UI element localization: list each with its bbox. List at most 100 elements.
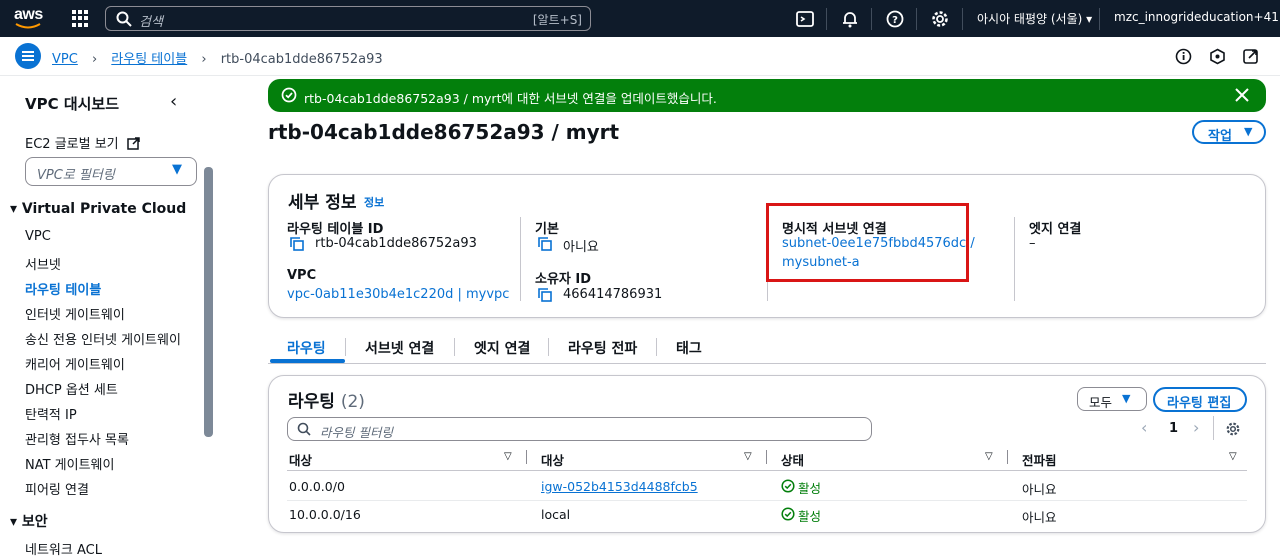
tab-route-propagation[interactable]: 라우팅 전파 xyxy=(568,338,637,358)
col-status-header[interactable]: 상태 xyxy=(781,450,804,469)
chevron-right-icon: › xyxy=(91,52,98,67)
page-title: rtb-04cab1dde86752a93 / myrt xyxy=(268,120,620,144)
settings-gear-icon[interactable] xyxy=(1225,421,1241,437)
sidebar-item-subnets[interactable]: 서브넷 xyxy=(25,254,61,273)
chevron-right-icon: › xyxy=(201,52,207,67)
vpc-filter-select[interactable]: VPC로 필터링 ▼ xyxy=(25,157,197,186)
copy-icon[interactable] xyxy=(538,288,552,302)
account-menu[interactable]: mzc_innogrideducation+41 ▾ xyxy=(1114,10,1280,24)
vpc-filter-placeholder: VPC로 필터링 xyxy=(37,168,115,183)
sidebar-item-route-tables[interactable]: 라우팅 테이블 xyxy=(25,279,101,298)
section-label: Virtual Private Cloud xyxy=(21,201,187,217)
search-input[interactable]: 검색 [알트+S] xyxy=(105,6,591,31)
edge-association-label: 엣지 연결 xyxy=(1029,222,1082,237)
tab-subnet-associations[interactable]: 서브넷 연결 xyxy=(365,338,434,358)
sidebar-item-nat-gateways[interactable]: NAT 게이트웨이 xyxy=(25,454,114,473)
route-table-id-label: 라우팅 테이블 ID xyxy=(287,222,384,237)
route-table-id-value: rtb-04cab1dde86752a93 xyxy=(315,236,477,251)
help-icon[interactable]: ? xyxy=(885,9,905,29)
search-placeholder: 검색 xyxy=(139,15,163,30)
menu-button[interactable] xyxy=(15,43,41,69)
status-active-icon xyxy=(781,479,795,493)
info-link[interactable]: 정보 xyxy=(364,194,384,210)
success-check-icon xyxy=(281,87,297,103)
services-grid-icon[interactable] xyxy=(72,10,89,27)
bell-icon[interactable] xyxy=(840,9,860,29)
account-label: mzc_innogrideducation+41 xyxy=(1114,10,1279,24)
edit-routes-button[interactable]: 라우팅 편집 xyxy=(1153,387,1247,412)
ec2-link-label: EC2 글로벌 보기 xyxy=(25,137,119,152)
row1-destination: 0.0.0.0/0 xyxy=(289,479,345,494)
caret-down-icon: ▾ xyxy=(1086,12,1093,26)
close-icon[interactable] xyxy=(1235,88,1249,102)
sort-icon[interactable]: ▽ xyxy=(504,451,512,462)
details-heading: 세부 정보 xyxy=(288,193,357,213)
sort-icon[interactable]: ▽ xyxy=(985,451,993,462)
sidebar-item-elastic-ip[interactable]: 탄력적 IP xyxy=(25,404,77,423)
sort-icon[interactable]: ▽ xyxy=(1229,451,1237,462)
routes-heading: 라우팅 (2) xyxy=(288,387,365,412)
sidebar-item-carrier-gateways[interactable]: 캐리어 게이트웨이 xyxy=(25,354,125,373)
col-target-header[interactable]: 대상 xyxy=(541,450,564,469)
actions-label: 작업 xyxy=(1208,129,1232,144)
tab-edge-associations[interactable]: 엣지 연결 xyxy=(474,338,530,358)
aws-smile-icon xyxy=(15,23,41,29)
sidebar-item-egress-only-igw[interactable]: 송신 전용 인터넷 게이트웨이 xyxy=(25,329,181,348)
collapse-chevron-icon[interactable]: ‹ xyxy=(170,91,177,112)
shield-icon[interactable] xyxy=(1209,48,1226,65)
feedback-icon[interactable] xyxy=(1242,48,1259,65)
info-icon[interactable] xyxy=(1175,48,1192,65)
flash-message: rtb-04cab1dde86752a93 / myrt에 대한 서브넷 연결을… xyxy=(304,91,717,106)
region-selector[interactable]: 아시아 태평양 (서울) ▾ xyxy=(977,10,1092,27)
sidebar-item-peering[interactable]: 피어링 연결 xyxy=(25,479,89,498)
sidebar-item-prefix-lists[interactable]: 관리형 접두사 목록 xyxy=(25,429,129,448)
sidebar-item-dhcp-options[interactable]: DHCP 옵션 세트 xyxy=(25,379,118,398)
routes-type-select[interactable]: 모두 ▼ xyxy=(1077,387,1147,411)
page-number[interactable]: 1 xyxy=(1169,421,1178,436)
search-icon xyxy=(297,422,311,436)
actions-button[interactable]: 작업 ▼ xyxy=(1192,120,1266,144)
cloudshell-icon[interactable] xyxy=(795,9,815,29)
sidebar-item-vpc[interactable]: VPC xyxy=(25,229,51,244)
tab-routes[interactable]: 라우팅 xyxy=(287,338,326,358)
gear-icon[interactable] xyxy=(930,9,950,29)
routes-type-value: 모두 xyxy=(1089,395,1113,410)
tab-tags[interactable]: 태그 xyxy=(676,338,702,358)
sidebar-item-network-acl[interactable]: 네트워크 ACL xyxy=(25,539,102,558)
copy-icon[interactable] xyxy=(538,237,552,251)
caret-down-icon: ▼ xyxy=(1122,392,1131,405)
prev-page-icon[interactable]: ‹ xyxy=(1141,418,1147,437)
vpc-link[interactable]: vpc-0ab11e30b4e1c220d | myvpc xyxy=(287,287,509,302)
breadcrumb-vpc[interactable]: VPC xyxy=(52,52,78,67)
caret-down-icon: ▼ xyxy=(1244,125,1253,138)
owner-id-value: 466414786931 xyxy=(563,287,663,302)
svg-text:?: ? xyxy=(892,15,898,26)
col-propagated-header[interactable]: 전파됨 xyxy=(1022,450,1057,469)
row2-destination: 10.0.0.0/16 xyxy=(289,507,361,522)
copy-icon[interactable] xyxy=(290,237,304,251)
section-label: 보안 xyxy=(21,514,48,530)
sidebar-section-security[interactable]: ▾ 보안 xyxy=(10,511,48,531)
routes-card: 라우팅 (2) 모두 ▼ 라우팅 편집 라우팅 필터링 ‹ 1 › 대상 ▽ 대… xyxy=(268,375,1266,533)
owner-id-label: 소유자 ID xyxy=(535,272,592,287)
routes-filter-input[interactable]: 라우팅 필터링 xyxy=(287,417,872,441)
success-flashbar: rtb-04cab1dde86752a93 / myrt에 대한 서브넷 연결을… xyxy=(268,79,1266,112)
sidebar-title: VPC 대시보드 xyxy=(25,95,120,113)
external-link-icon xyxy=(127,137,140,150)
row1-target-link[interactable]: igw-052b4153d4488fcb5 xyxy=(541,479,698,494)
routes-count: (2) xyxy=(340,392,365,412)
caret-down-icon: ▾ xyxy=(10,201,18,217)
sidebar-scrollbar[interactable] xyxy=(204,167,213,437)
top-navigation: aws 검색 [알트+S] ? 아시아 태평양 (서울) ▾ mzc_innog… xyxy=(0,0,1280,37)
row2-propagated: 아니요 xyxy=(1022,510,1057,525)
sidebar-ec2-link[interactable]: EC2 글로벌 보기 xyxy=(25,133,140,152)
sidebar-section-vpc[interactable]: ▾ Virtual Private Cloud xyxy=(10,201,186,217)
row1-propagated: 아니요 xyxy=(1022,482,1057,497)
search-shortcut: [알트+S] xyxy=(532,13,582,27)
breadcrumb-route-tables[interactable]: 라우팅 테이블 xyxy=(111,52,187,67)
col-destination-header[interactable]: 대상 xyxy=(289,450,312,469)
routes-filter-placeholder: 라우팅 필터링 xyxy=(320,425,393,440)
sidebar-item-internet-gateways[interactable]: 인터넷 게이트웨이 xyxy=(25,304,125,323)
next-page-icon[interactable]: › xyxy=(1193,418,1199,437)
sort-icon[interactable]: ▽ xyxy=(744,451,752,462)
